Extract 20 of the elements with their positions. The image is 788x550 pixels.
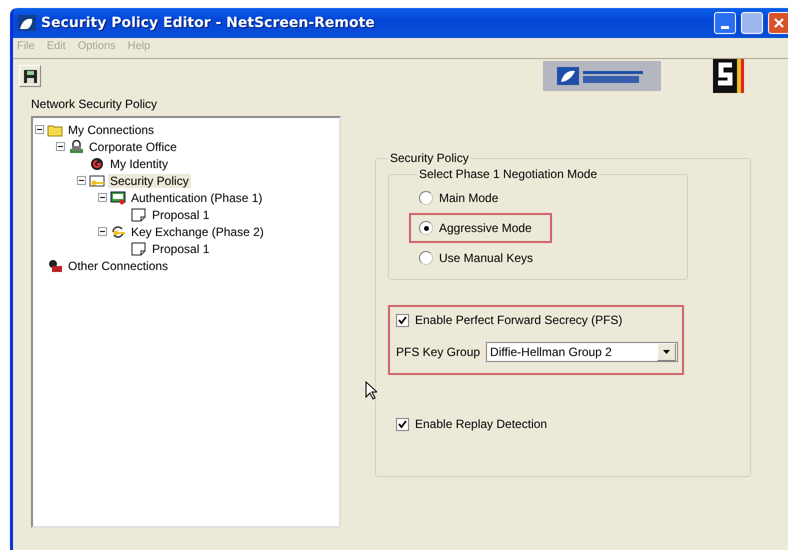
window-title: Security Policy Editor - NetScreen-Remote — [41, 15, 376, 31]
tree-item[interactable]: My Connections — [66, 122, 156, 136]
panel-title: Network Security Policy — [31, 97, 158, 111]
radio-label: Aggressive Mode — [439, 221, 532, 235]
tree-item[interactable]: Security Policy — [108, 174, 191, 188]
field-label: PFS Key Group — [396, 345, 480, 359]
tree-item[interactable]: Key Exchange (Phase 2) — [129, 224, 266, 238]
tree-item[interactable]: Other Connections — [66, 258, 170, 272]
tree-item[interactable]: Proposal 1 — [150, 242, 212, 256]
radio-label: Use Manual Keys — [439, 251, 534, 265]
tree-item[interactable]: Authentication (Phase 1) — [129, 190, 264, 204]
tree-item[interactable]: My Identity — [108, 156, 170, 170]
group-title: Select Phase 1 Negotiation Mode — [418, 167, 598, 181]
group-title: Security Policy — [389, 151, 470, 165]
checkbox-label: Enable Perfect Forward Secrecy (PFS) — [415, 313, 622, 327]
radio-label: Main Mode — [439, 191, 498, 205]
key-group-dropdown[interactable]: Diffie-Hellman Group 2 — [486, 342, 678, 362]
tree-item[interactable]: Corporate Office — [87, 140, 179, 154]
checkbox-label: Enable Replay Detection — [415, 417, 548, 431]
tree-item[interactable]: Proposal 1 — [150, 208, 212, 222]
